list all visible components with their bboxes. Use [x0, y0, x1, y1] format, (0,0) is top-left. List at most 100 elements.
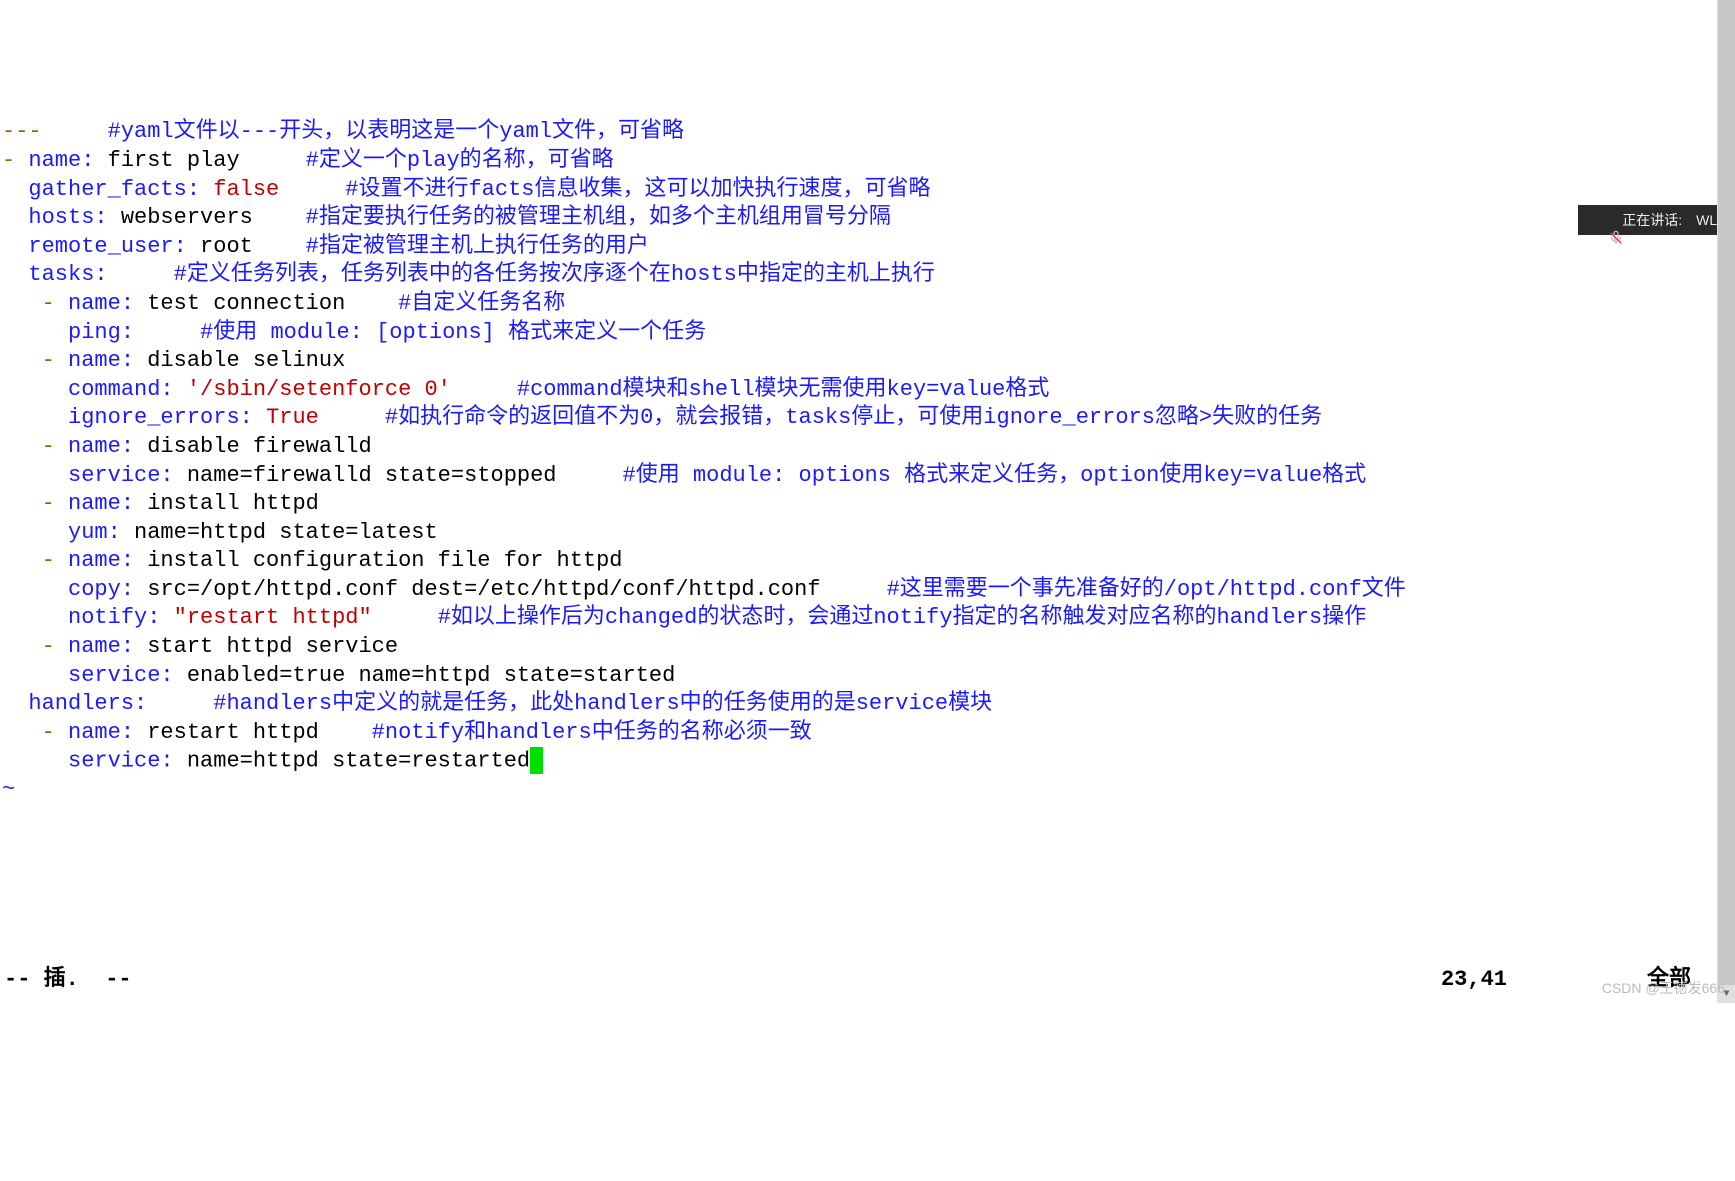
code-token: tasks:	[28, 262, 107, 287]
code-token: #notify和handlers中任务的名称必须一致	[372, 720, 812, 745]
code-token: notify:	[68, 605, 160, 630]
code-token: yum:	[68, 520, 121, 545]
code-token: service:	[68, 749, 174, 774]
code-token	[2, 377, 68, 402]
code-token	[2, 691, 28, 716]
code-token: #yaml文件以---开头，以表明这是一个yaml文件，可省略	[108, 119, 684, 144]
code-token: name:	[68, 434, 134, 459]
code-line[interactable]: ping: #使用 module: [options] 格式来定义一个任务	[2, 319, 1733, 348]
code-line[interactable]: service: name=httpd state=restarted	[2, 747, 1733, 776]
code-token: True	[266, 405, 319, 430]
code-token: ping:	[68, 320, 134, 345]
editor-area[interactable]: --- #yaml文件以---开头，以表明这是一个yaml文件，可省略- nam…	[0, 114, 1735, 809]
vertical-scrollbar[interactable]: ▲ ▼	[1717, 0, 1735, 1003]
code-line[interactable]: - name: test connection #自定义任务名称	[2, 290, 1733, 319]
code-token: service:	[68, 463, 174, 488]
code-token	[108, 262, 174, 287]
code-token: ~	[2, 777, 15, 802]
code-token	[451, 377, 517, 402]
code-token: -	[2, 548, 68, 573]
code-line[interactable]: service: name=firewalld state=stopped #使…	[2, 462, 1733, 491]
code-token: start httpd service	[134, 634, 398, 659]
code-line[interactable]: - name: start httpd service	[2, 633, 1733, 662]
code-token: #定义一个play的名称，可省略	[306, 148, 614, 173]
code-token	[2, 463, 68, 488]
code-token: disable selinux	[134, 348, 345, 373]
code-token: -	[2, 291, 68, 316]
code-token	[2, 520, 68, 545]
code-token: -	[2, 720, 68, 745]
vim-mode: -- 插. --	[4, 966, 132, 995]
code-token	[2, 577, 68, 602]
code-token: name=httpd state=latest	[121, 520, 438, 545]
code-token: false	[213, 177, 279, 202]
code-token: name:	[68, 291, 134, 316]
code-token: -	[2, 634, 68, 659]
code-line[interactable]: handlers: #handlers中定义的就是任务，此处handlers中的…	[2, 690, 1733, 719]
code-token: #设置不进行facts信息收集，这可以加快执行速度，可省略	[345, 177, 930, 202]
code-token: root	[187, 234, 306, 259]
code-token	[2, 749, 68, 774]
code-token	[2, 262, 28, 287]
code-token: #指定被管理主机上执行任务的用户	[306, 234, 649, 259]
code-line[interactable]: - name: disable firewalld	[2, 433, 1733, 462]
code-token: "restart httpd"	[174, 605, 372, 630]
voice-call-overlay[interactable]: 正在讲话: WL;	[1578, 205, 1735, 235]
code-token: #command模块和shell模块无需使用key=value格式	[517, 377, 1049, 402]
code-line[interactable]: remote_user: root #指定被管理主机上执行任务的用户	[2, 233, 1733, 262]
code-token: -	[2, 148, 28, 173]
code-token	[2, 234, 28, 259]
code-token: gather_facts:	[28, 177, 200, 202]
code-line[interactable]: ~	[2, 776, 1733, 805]
text-cursor	[530, 747, 543, 773]
code-token: #这里需要一个事先准备好的/opt/httpd.conf文件	[887, 577, 1406, 602]
code-line[interactable]: ignore_errors: True #如执行命令的返回值不为0，就会报错，t…	[2, 404, 1733, 433]
scroll-thumb[interactable]	[1718, 0, 1735, 1003]
code-token: #定义任务列表，任务列表中的各任务按次序逐个在hosts中指定的主机上执行	[174, 262, 935, 287]
code-line[interactable]: yum: name=httpd state=latest	[2, 519, 1733, 548]
code-line[interactable]: copy: src=/opt/httpd.conf dest=/etc/http…	[2, 576, 1733, 605]
code-token: -	[2, 434, 68, 459]
code-token: ignore_errors:	[68, 405, 253, 430]
code-token: #使用 module: [options] 格式来定义一个任务	[200, 320, 706, 345]
code-token	[160, 605, 173, 630]
code-token: install configuration file for httpd	[134, 548, 622, 573]
code-line[interactable]: hosts: webservers #指定要执行任务的被管理主机组，如多个主机组…	[2, 204, 1733, 233]
code-line[interactable]: tasks: #定义任务列表，任务列表中的各任务按次序逐个在hosts中指定的主…	[2, 261, 1733, 290]
code-token: name:	[68, 348, 134, 373]
watermark-text: CSDN @王德发666	[1602, 979, 1725, 997]
code-line[interactable]: - name: install configuration file for h…	[2, 547, 1733, 576]
code-token: -	[2, 348, 68, 373]
code-line[interactable]: - name: first play #定义一个play的名称，可省略	[2, 147, 1733, 176]
code-token: #自定义任务名称	[398, 291, 565, 316]
code-token	[319, 405, 385, 430]
code-token: name:	[28, 148, 94, 173]
code-line[interactable]: - name: restart httpd #notify和handlers中任…	[2, 719, 1733, 748]
code-token	[253, 405, 266, 430]
code-token: service:	[68, 663, 174, 688]
microphone-muted-icon[interactable]	[1592, 212, 1608, 228]
code-token: -	[2, 491, 68, 516]
code-token	[200, 177, 213, 202]
code-token: handlers:	[28, 691, 147, 716]
code-token	[2, 320, 68, 345]
code-token: test connection	[134, 291, 398, 316]
cursor-position: 23,41	[1441, 966, 1507, 995]
code-token: #如执行命令的返回值不为0，就会报错，tasks停止，可使用ignore_err…	[385, 405, 1322, 430]
code-line[interactable]: command: '/sbin/setenforce 0' #command模块…	[2, 376, 1733, 405]
code-token: first play	[94, 148, 305, 173]
code-line[interactable]: service: enabled=true name=httpd state=s…	[2, 662, 1733, 691]
code-line[interactable]: - name: disable selinux	[2, 347, 1733, 376]
code-token: src=/opt/httpd.conf dest=/etc/httpd/conf…	[134, 577, 887, 602]
code-line[interactable]: --- #yaml文件以---开头，以表明这是一个yaml文件，可省略	[2, 118, 1733, 147]
code-line[interactable]: - name: install httpd	[2, 490, 1733, 519]
code-line[interactable]: notify: "restart httpd" #如以上操作后为changed的…	[2, 604, 1733, 633]
code-line[interactable]: gather_facts: false #设置不进行facts信息收集，这可以加…	[2, 176, 1733, 205]
code-token: name=httpd state=restarted	[174, 749, 530, 774]
code-token: disable firewalld	[134, 434, 372, 459]
code-token	[174, 377, 187, 402]
code-token: '/sbin/setenforce 0'	[187, 377, 451, 402]
code-token	[279, 177, 345, 202]
code-token: remote_user:	[28, 234, 186, 259]
code-token: name:	[68, 548, 134, 573]
